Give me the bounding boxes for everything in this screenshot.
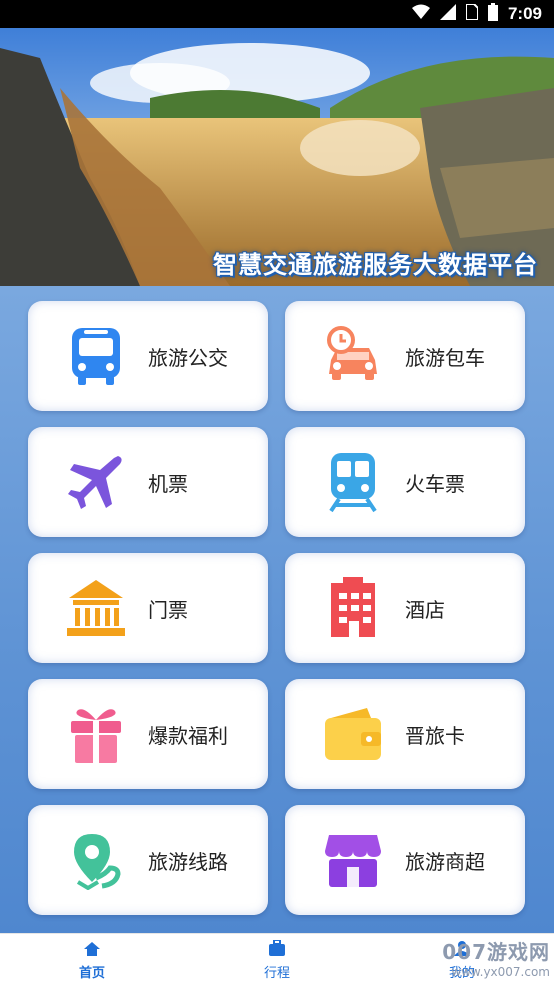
- signal-icon: [439, 4, 456, 24]
- bus-icon: [64, 324, 128, 388]
- train-card[interactable]: 火车票: [285, 427, 525, 537]
- hotel-card[interactable]: 酒店: [285, 553, 525, 663]
- car-rental-icon: [321, 324, 385, 388]
- status-icons: 7:09: [411, 3, 542, 25]
- banner-title: 智慧交通旅游服务大数据平台: [213, 251, 538, 279]
- service-grid: 旅游公交 旅游包车 机票 火车票 门票 酒店 爆款福利 晋旅卡 旅游线路 旅游商…: [0, 286, 554, 933]
- bus-card[interactable]: 旅游公交: [28, 301, 268, 411]
- status-time: 7:09: [507, 4, 542, 23]
- nav-trip-label: 行程: [263, 966, 290, 981]
- home-icon: [84, 941, 100, 960]
- travel-card-card[interactable]: 晋旅卡: [285, 679, 525, 789]
- store-label: 旅游商超: [405, 849, 485, 874]
- gift-icon: [64, 702, 128, 766]
- flight-card[interactable]: 机票: [28, 427, 268, 537]
- route-pin-icon: [64, 828, 128, 892]
- nav-home-tab[interactable]: 首页: [32, 934, 152, 987]
- wifi-icon: [411, 4, 430, 24]
- status-bar: 7:09: [0, 0, 554, 28]
- train-icon: [321, 450, 385, 514]
- watermark-logo: 007游戏网 www.yx007.com: [420, 936, 550, 984]
- sim-icon: [464, 3, 479, 24]
- ticket-label: 门票: [148, 597, 188, 622]
- car-rental-label: 旅游包车: [405, 345, 485, 370]
- nav-trip-tab[interactable]: 行程: [217, 934, 337, 987]
- banner-image[interactable]: 智慧交通旅游服务大数据平台: [0, 28, 554, 286]
- deals-label: 爆款福利: [148, 723, 228, 748]
- store-card[interactable]: 旅游商超: [285, 805, 525, 915]
- flight-label: 机票: [148, 471, 188, 496]
- watermark-main: 007游戏网: [442, 940, 550, 964]
- battery-icon: [487, 3, 498, 25]
- airplane-icon: [64, 450, 128, 514]
- train-label: 火车票: [405, 471, 465, 496]
- nav-home-label: 首页: [78, 965, 105, 981]
- hotel-label: 酒店: [405, 597, 445, 622]
- suitcase-icon: [269, 939, 285, 960]
- ticket-card[interactable]: 门票: [28, 553, 268, 663]
- temple-icon: [64, 576, 128, 640]
- routes-card[interactable]: 旅游线路: [28, 805, 268, 915]
- wallet-icon: [321, 702, 385, 766]
- hotel-icon: [321, 576, 385, 640]
- routes-label: 旅游线路: [148, 849, 228, 874]
- store-icon: [321, 828, 385, 892]
- watermark-sub: www.yx007.com: [451, 965, 550, 979]
- travel-card-label: 晋旅卡: [405, 723, 465, 748]
- bus-label: 旅游公交: [148, 345, 228, 370]
- deals-card[interactable]: 爆款福利: [28, 679, 268, 789]
- car-rental-card[interactable]: 旅游包车: [285, 301, 525, 411]
